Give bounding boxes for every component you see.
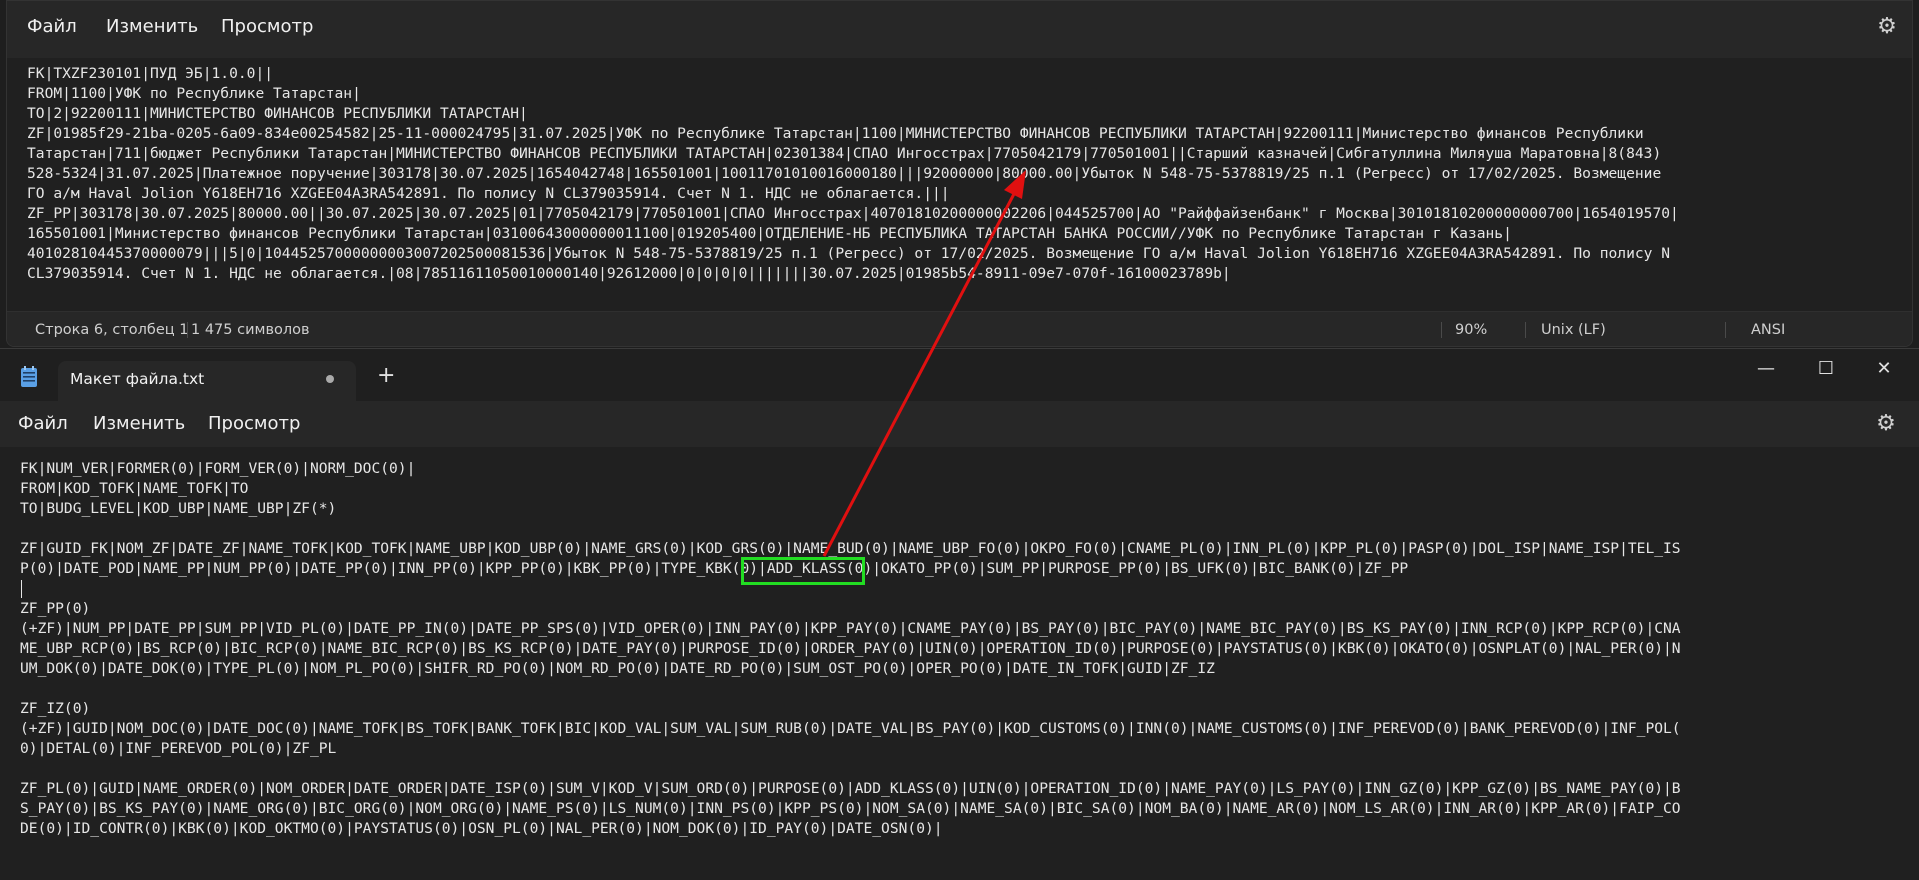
text-line[interactable]: ZF_PP|303178|30.07.2025|80000.00||30.07.… (27, 204, 1912, 224)
status-separator (187, 322, 188, 338)
text-line[interactable]: ГО а/м Haval Jolion Y618EH716 XZGEE04A3R… (27, 184, 1912, 204)
tab-maket-fayla[interactable]: Макет файла.txt (58, 361, 356, 401)
text-line[interactable]: ZF_PP(0) (20, 599, 1919, 619)
text-line[interactable]: FROM|KOD_TOFK|NAME_TOFK|TO (20, 479, 1919, 499)
text-line[interactable] (20, 519, 1919, 539)
text-line[interactable] (20, 679, 1919, 699)
status-position: Строка 6, столбец 1 (35, 322, 189, 338)
text-line[interactable]: 40102810445370000079|||5|0|1044525700000… (27, 244, 1912, 264)
menu-edit-bottom[interactable]: Изменить (89, 401, 189, 447)
text-line[interactable]: 0)|DETAL(0)|INF_PEREVOD_POL(0)|ZF_PL (20, 739, 1919, 759)
text-line[interactable]: P(0)|DATE_POD|NAME_PP|NUM_PP(0)|DATE_PP(… (20, 559, 1919, 579)
text-line[interactable]: ZF_IZ(0) (20, 699, 1919, 719)
text-line[interactable]: (+ZF)|NUM_PP|DATE_PP|SUM_PP|VID_PL(0)|DA… (20, 619, 1919, 639)
status-separator (1725, 322, 1726, 338)
status-separator (1525, 322, 1526, 338)
menu-edit-top[interactable]: Изменить (102, 4, 202, 50)
settings-gear-icon[interactable]: ⚙ (1874, 412, 1898, 436)
text-line[interactable]: FK|NUM_VER|FORMER(0)|FORM_VER(0)|NORM_DO… (20, 459, 1919, 479)
text-line[interactable]: FROM|1100|УФК по Республике Татарстан| (27, 84, 1912, 104)
text-line[interactable]: CL379035914. Счет N 1. НДС не облагается… (27, 264, 1912, 284)
text-line[interactable]: ZF_PL(0)|GUID|NAME_ORDER(0)|NOM_ORDER|DA… (20, 779, 1919, 799)
menu-file-top[interactable]: Файл (23, 4, 81, 50)
text-line[interactable]: 528-5324|31.07.2025|Платежное поручение|… (27, 164, 1912, 184)
text-editor-bottom[interactable]: FK|NUM_VER|FORMER(0)|FORM_VER(0)|NORM_DO… (0, 447, 1919, 880)
maximize-icon[interactable]: ☐ (1806, 357, 1846, 381)
status-char-count: 1 475 символов (191, 322, 310, 338)
text-line[interactable]: TO|BUDG_LEVEL|KOD_UBP|NAME_UBP|ZF(*) (20, 499, 1919, 519)
text-line[interactable]: S_PAY(0)|BS_KS_PAY(0)|NAME_ORG(0)|BIC_OR… (20, 799, 1919, 819)
minimize-icon[interactable]: — (1746, 357, 1786, 381)
text-line[interactable]: ZF|01985f29-21ba-0205-6a09-834e00254582|… (27, 124, 1912, 144)
status-bar-top: Строка 6, столбец 1 1 475 символов 90% U… (7, 311, 1912, 346)
notepad-window-bottom: Макет файла.txt + — ☐ ✕ Файл Изменить Пр… (0, 348, 1919, 880)
text-line[interactable]: Татарстан|711|бюджет Республики Татарста… (27, 144, 1912, 164)
close-icon[interactable]: ✕ (1864, 357, 1904, 381)
status-separator (1441, 322, 1442, 338)
text-line[interactable] (20, 759, 1919, 779)
text-line[interactable]: ZF|GUID_FK|NOM_ZF|DATE_ZF|NAME_TOFK|KOD_… (20, 539, 1919, 559)
menu-file-bottom[interactable]: Файл (14, 401, 72, 447)
text-line[interactable]: ME_UBP_RCP(0)|BS_RCP(0)|BIC_RCP(0)|NAME_… (20, 639, 1919, 659)
unsaved-dot-icon[interactable] (326, 375, 334, 383)
menu-view-top[interactable]: Просмотр (217, 4, 317, 50)
text-line[interactable]: UM_DOK(0)|DATE_DOK(0)|TYPE_PL(0)|NOM_PL_… (20, 659, 1919, 679)
title-bar: Макет файла.txt + — ☐ ✕ (0, 349, 1919, 401)
new-tab-plus-icon[interactable]: + (377, 363, 395, 389)
text-line[interactable]: 165501001|Министерство финансов Республи… (27, 224, 1912, 244)
status-line-endings[interactable]: Unix (LF) (1541, 312, 1606, 346)
highlight-box-type-kbk (741, 557, 865, 585)
text-line[interactable]: FK|TXZF230101|ПУД ЭБ|1.0.0|| (27, 64, 1912, 84)
menu-view-bottom[interactable]: Просмотр (204, 401, 304, 447)
text-line[interactable] (20, 579, 1919, 599)
notepad-app-icon (21, 366, 37, 387)
text-line[interactable]: DE(0)|ID_CONTR(0)|KBK(0)|KOD_OKTMO(0)|PA… (20, 819, 1919, 839)
text-line[interactable]: TO|2|92200111|МИНИСТЕРСТВО ФИНАНСОВ РЕСП… (27, 104, 1912, 124)
text-caret (21, 580, 22, 598)
status-zoom[interactable]: 90% (1455, 312, 1487, 346)
settings-gear-icon[interactable]: ⚙ (1875, 15, 1899, 39)
menu-bar-top: Файл Изменить Просмотр ⚙ (7, 4, 1912, 50)
menu-bar-bottom: Файл Изменить Просмотр ⚙ (0, 401, 1919, 447)
status-encoding[interactable]: ANSI (1751, 312, 1785, 346)
tab-title: Макет файла.txt (70, 370, 205, 388)
text-editor-top[interactable]: FK|TXZF230101|ПУД ЭБ|1.0.0|| FROM|1100|УФ… (7, 58, 1912, 312)
notepad-window-top: Файл Изменить Просмотр ⚙ FK|TXZF230101|П… (6, 0, 1913, 347)
text-line[interactable]: (+ZF)|GUID|NOM_DOC(0)|DATE_DOC(0)|NAME_T… (20, 719, 1919, 739)
